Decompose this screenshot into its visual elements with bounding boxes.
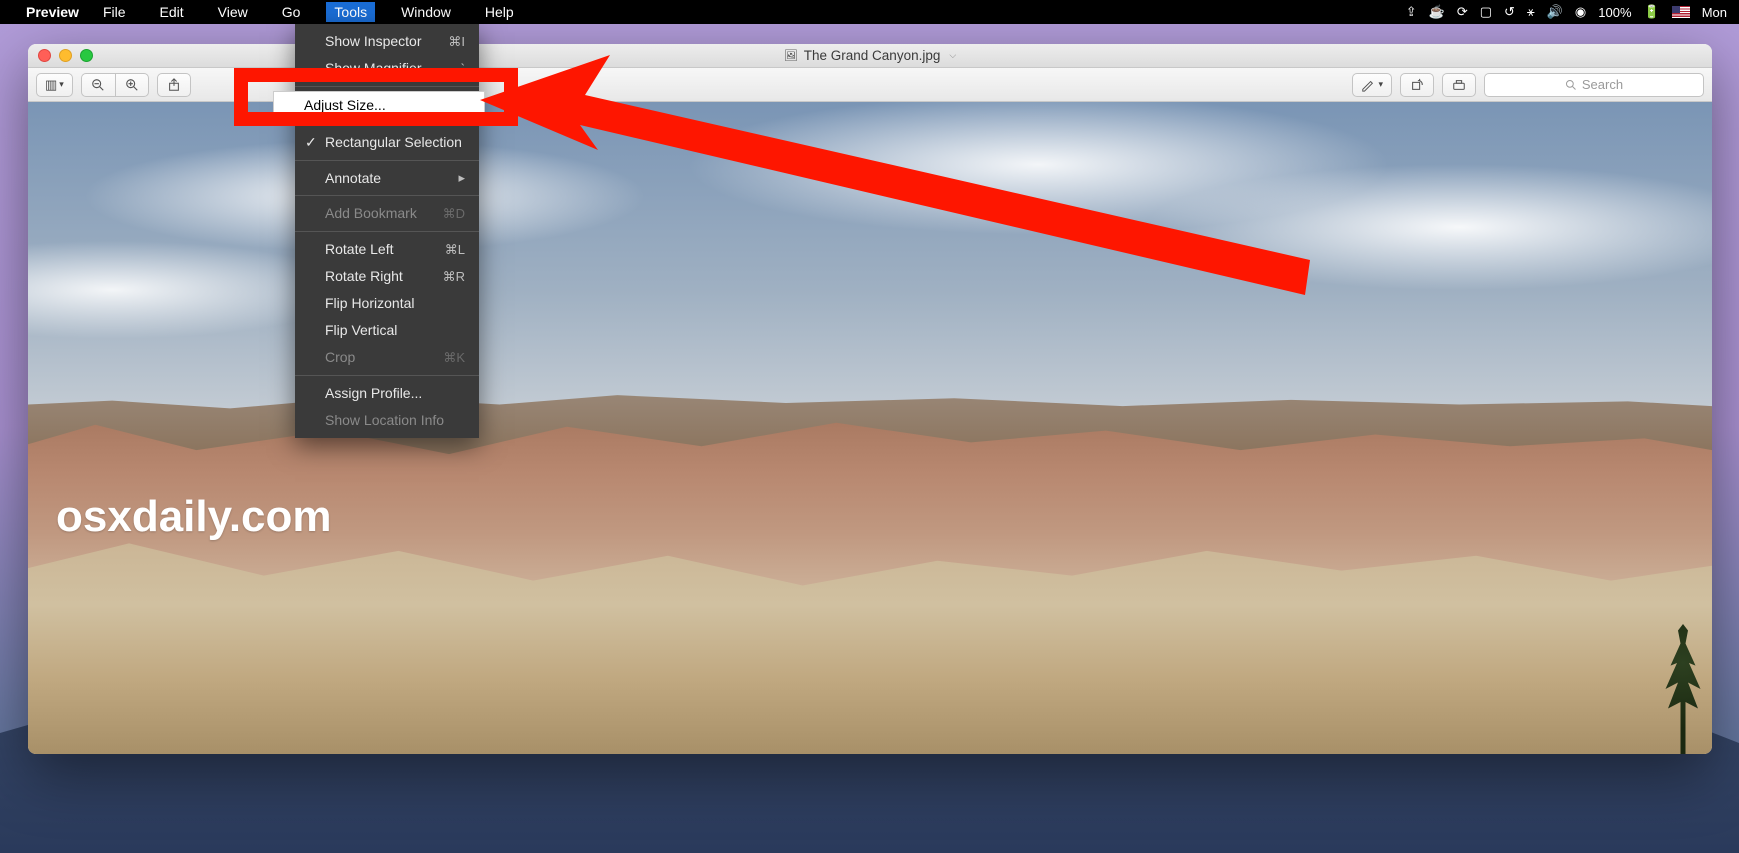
- battery-percent[interactable]: 100%: [1598, 5, 1631, 20]
- maximize-button[interactable]: [80, 49, 93, 62]
- markup-button[interactable]: [1442, 73, 1476, 97]
- coffee-icon[interactable]: ☕: [1429, 4, 1445, 20]
- menu-tools[interactable]: Tools: [326, 2, 375, 22]
- menu-item-label: Adjust Size...: [304, 96, 386, 115]
- menu-item-show-magnifier[interactable]: Show Magnifier `: [295, 55, 479, 82]
- chevron-down-icon[interactable]: ⌵: [949, 50, 956, 61]
- close-button[interactable]: [38, 49, 51, 62]
- menu-separator: [295, 375, 479, 376]
- preview-window: 🖼 The Grand Canyon.jpg ⌵ ▥ ▾ ▾: [28, 44, 1712, 754]
- menu-item-assign-profile[interactable]: Assign Profile...: [295, 380, 479, 407]
- menu-view[interactable]: View: [210, 2, 256, 22]
- check-icon: ✓: [305, 133, 317, 152]
- menu-item-label: Show Inspector: [325, 32, 422, 51]
- wifi-icon[interactable]: ◉: [1575, 4, 1586, 20]
- zoom-in-icon: [125, 78, 139, 92]
- menu-item-label: Flip Horizontal: [325, 294, 414, 313]
- search-icon: [1565, 79, 1577, 91]
- document-icon: 🖼: [784, 49, 798, 62]
- menu-item-label: Show Location Info: [325, 411, 444, 430]
- zoom-out-icon: [91, 78, 105, 92]
- menu-item-label: Add Bookmark: [325, 204, 417, 223]
- menu-separator: [295, 124, 479, 125]
- menu-item-label: Rotate Left: [325, 240, 394, 259]
- volume-icon[interactable]: 🔊: [1547, 4, 1563, 20]
- window-title[interactable]: 🖼 The Grand Canyon.jpg ⌵: [784, 48, 956, 63]
- rotate-button[interactable]: [1400, 73, 1434, 97]
- menu-window[interactable]: Window: [393, 2, 459, 22]
- menu-shortcut: ⌘I: [448, 33, 465, 51]
- search-placeholder: Search: [1582, 77, 1623, 92]
- submenu-arrow-icon: ▸: [458, 169, 465, 187]
- menu-item-label: Assign Profile...: [325, 384, 422, 403]
- search-input[interactable]: Search: [1484, 73, 1704, 97]
- menu-item-adjust-size[interactable]: Adjust Size...: [273, 91, 485, 120]
- menu-item-show-location-info: Show Location Info: [295, 407, 479, 434]
- menu-separator: [295, 160, 479, 161]
- menu-item-crop: Crop ⌘K: [295, 344, 479, 371]
- menu-shortcut: ⌘D: [443, 205, 465, 223]
- menu-item-rotate-right[interactable]: Rotate Right ⌘R: [295, 263, 479, 290]
- window-titlebar[interactable]: 🖼 The Grand Canyon.jpg ⌵: [28, 44, 1712, 68]
- menu-shortcut: ⌘K: [443, 349, 465, 367]
- menu-separator: [295, 195, 479, 196]
- menu-go[interactable]: Go: [274, 2, 309, 22]
- timemachine-icon[interactable]: ↺: [1504, 4, 1515, 20]
- menu-file[interactable]: File: [95, 2, 134, 22]
- sync-icon[interactable]: ⟳: [1457, 4, 1468, 20]
- clock-day[interactable]: Mon: [1702, 5, 1727, 20]
- menu-help[interactable]: Help: [477, 2, 522, 22]
- zoom-in-button[interactable]: [115, 73, 149, 97]
- menu-item-annotate[interactable]: Annotate ▸: [295, 165, 479, 192]
- menu-shortcut: ⌘L: [445, 241, 465, 259]
- bluetooth-icon[interactable]: ⚹: [1527, 4, 1535, 20]
- menu-edit[interactable]: Edit: [152, 2, 192, 22]
- image-sky: [28, 102, 1712, 415]
- menu-separator: [295, 231, 479, 232]
- menu-item-label: Rotate Right: [325, 267, 403, 286]
- display-icon[interactable]: ▢: [1480, 4, 1492, 20]
- menu-item-flip-vertical[interactable]: Flip Vertical: [295, 317, 479, 344]
- menu-item-label: Annotate: [325, 169, 381, 188]
- traffic-lights: [38, 49, 93, 62]
- input-flag-icon[interactable]: [1672, 6, 1690, 18]
- menu-item-label: Show Magnifier: [325, 59, 422, 78]
- menu-item-show-inspector[interactable]: Show Inspector ⌘I: [295, 28, 479, 55]
- menu-separator: [295, 86, 479, 87]
- watermark-text: osxdaily.com: [56, 492, 332, 542]
- minimize-button[interactable]: [59, 49, 72, 62]
- window-title-text: The Grand Canyon.jpg: [804, 48, 941, 63]
- pen-icon: [1361, 78, 1375, 92]
- sidebar-toggle-button[interactable]: ▥ ▾: [36, 73, 73, 97]
- rotate-icon: [1410, 78, 1424, 92]
- image-canvas[interactable]: osxdaily.com: [28, 102, 1712, 754]
- menu-item-add-bookmark: Add Bookmark ⌘D: [295, 200, 479, 227]
- menu-item-rotate-left[interactable]: Rotate Left ⌘L: [295, 236, 479, 263]
- tools-dropdown-menu: Show Inspector ⌘I Show Magnifier ` Adjust Si…: [295, 24, 479, 438]
- menu-item-label: Flip Vertical: [325, 321, 397, 340]
- airdrop-icon[interactable]: ⇪: [1406, 4, 1417, 20]
- battery-icon[interactable]: 🔋: [1644, 4, 1660, 20]
- menu-item-rectangular-selection[interactable]: ✓ Rectangular Selection: [295, 129, 479, 156]
- app-name[interactable]: Preview: [26, 4, 79, 20]
- highlight-button[interactable]: ▾: [1352, 73, 1392, 97]
- share-icon: [167, 78, 181, 92]
- menu-item-flip-horizontal[interactable]: Flip Horizontal: [295, 290, 479, 317]
- zoom-out-button[interactable]: [81, 73, 115, 97]
- menu-item-label: Crop: [325, 348, 355, 367]
- toolbox-icon: [1452, 78, 1466, 92]
- menu-item-label: Rectangular Selection: [325, 133, 462, 152]
- menu-shortcut: ⌘R: [443, 268, 465, 286]
- menu-shortcut: `: [461, 60, 465, 78]
- status-icons: ⇪ ☕ ⟳ ▢ ↺ ⚹ 🔊 ◉ 100% 🔋 Mon: [1406, 4, 1727, 20]
- share-button[interactable]: [157, 73, 191, 97]
- system-menubar: Preview File Edit View Go Tools Window H…: [0, 0, 1739, 24]
